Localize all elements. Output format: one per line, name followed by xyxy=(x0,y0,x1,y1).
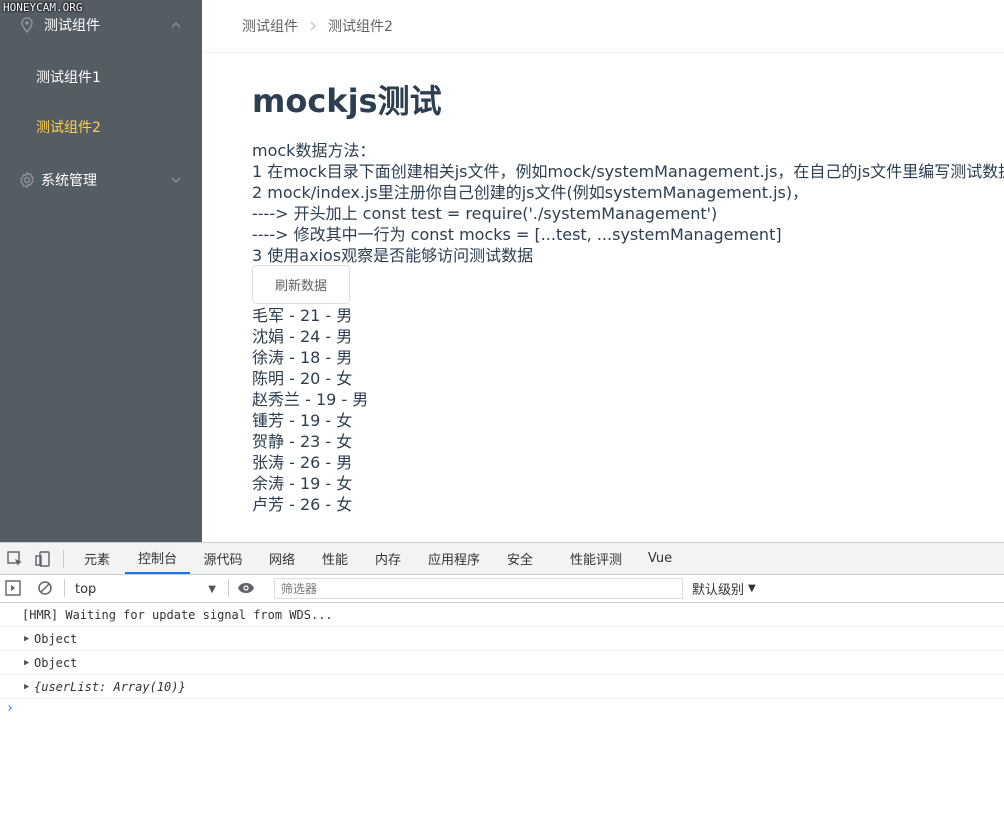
context-value: top xyxy=(75,581,97,597)
tab-network[interactable]: 网络 xyxy=(262,543,302,574)
chevron-up-icon xyxy=(171,22,181,28)
list-item: 张涛 - 26 - 男 xyxy=(252,453,353,472)
list-item: 陈明 - 20 - 女 xyxy=(252,369,353,388)
breadcrumb-item-current: 测试组件2 xyxy=(328,19,393,35)
tab-application[interactable]: 应用程序 xyxy=(422,543,486,574)
instruction-line: ----> 开头加上 const test = require('./syste… xyxy=(252,204,718,223)
list-item: 毛军 - 21 - 男 xyxy=(252,306,353,325)
console-message-text: [HMR] Waiting for update signal from WDS… xyxy=(22,607,333,622)
sidebar-group-label: 测试组件 xyxy=(44,18,100,34)
device-toolbar-icon[interactable] xyxy=(34,550,52,568)
instruction-line: mock数据方法： xyxy=(252,141,376,160)
devtools-panel: 元素 控制台 源代码 网络 性能 内存 应用程序 安全 性能评测 Vue top… xyxy=(0,542,1004,839)
log-level-value: 默认级别 xyxy=(692,583,745,598)
chevron-right-icon xyxy=(310,21,316,31)
instructions: mock数据方法： 1 在mock目录下面创建相关js文件，例如mock/sys… xyxy=(252,140,1004,266)
sidebar-item-test-component-2[interactable]: 测试组件2 xyxy=(0,102,202,152)
instruction-line: 3 使用axios观察是否能够访问测试数据 xyxy=(252,246,534,265)
divider xyxy=(64,579,65,597)
page-title: mockjs测试 xyxy=(252,82,442,120)
console-toolbar: top ▼ 默认级别 ▼ xyxy=(0,575,1004,603)
breadcrumb-item[interactable]: 测试组件 xyxy=(242,16,298,36)
console-message-text: Object xyxy=(34,655,78,670)
context-select[interactable]: top ▼ xyxy=(70,579,220,599)
divider xyxy=(228,579,229,597)
tab-sources[interactable]: 源代码 xyxy=(196,543,250,574)
gear-icon xyxy=(18,171,36,189)
caret-down-icon: ▼ xyxy=(208,583,216,595)
list-item: 贺静 - 23 - 女 xyxy=(252,432,353,451)
tab-vue[interactable]: Vue xyxy=(644,543,676,574)
devtools-tab-bar: 元素 控制台 源代码 网络 性能 内存 应用程序 安全 性能评测 Vue xyxy=(0,543,1004,575)
log-level-select[interactable]: 默认级别 ▼ xyxy=(692,579,756,598)
console-message: [HMR] Waiting for update signal from WDS… xyxy=(0,603,1004,627)
tab-elements[interactable]: 元素 xyxy=(74,543,120,574)
user-list: 毛军 - 21 - 男 沈娟 - 24 - 男 徐涛 - 18 - 男 陈明 -… xyxy=(252,305,368,515)
breadcrumb-bar: 测试组件 测试组件2 xyxy=(202,0,1004,53)
watermark: HONEYCAM.ORG xyxy=(3,1,83,14)
tab-performance[interactable]: 性能 xyxy=(315,543,355,574)
tab-security[interactable]: 安全 xyxy=(500,543,540,574)
sidebar-item-label: 测试组件1 xyxy=(36,70,101,86)
clear-console-icon[interactable] xyxy=(36,579,54,597)
sidebar: 测试组件 测试组件1 测试组件2 系统管理 xyxy=(0,0,202,542)
tab-console[interactable]: 控制台 xyxy=(125,543,190,574)
caret-down-icon: ▼ xyxy=(748,583,756,594)
console-message-text: {userList: Array(10)} xyxy=(34,679,186,694)
sidebar-item-test-component-1[interactable]: 测试组件1 xyxy=(0,52,202,102)
location-pin-icon xyxy=(18,16,36,34)
expand-triangle-icon[interactable]: ▶ xyxy=(24,658,29,668)
tab-lighthouse[interactable]: 性能评测 xyxy=(563,543,629,574)
list-item: 余涛 - 19 - 女 xyxy=(252,474,353,493)
chevron-down-icon xyxy=(171,177,181,183)
divider xyxy=(63,550,64,568)
list-item: 锺芳 - 19 - 女 xyxy=(252,411,353,430)
toggle-sidebar-icon[interactable] xyxy=(4,579,22,597)
console-prompt[interactable]: › xyxy=(6,701,14,716)
instruction-line: 2 mock/index.js里注册你自己创建的js文件(例如systemMan… xyxy=(252,183,809,202)
console-message[interactable]: ▶ {userList: Array(10)} xyxy=(0,675,1004,699)
console-message[interactable]: ▶ Object xyxy=(0,651,1004,675)
list-item: 赵秀兰 - 19 - 男 xyxy=(252,390,369,409)
sidebar-item-label: 测试组件2 xyxy=(36,120,101,136)
console-message[interactable]: ▶ Object xyxy=(0,627,1004,651)
list-item: 卢芳 - 26 - 女 xyxy=(252,495,353,514)
instruction-line: 1 在mock目录下面创建相关js文件，例如mock/systemManagem… xyxy=(252,162,1004,181)
filter-input[interactable] xyxy=(274,578,683,599)
sidebar-group-label: 系统管理 xyxy=(41,173,97,189)
refresh-data-button[interactable]: 刷新数据 xyxy=(252,265,350,304)
sidebar-group-system-management[interactable]: 系统管理 xyxy=(0,155,202,205)
expand-triangle-icon[interactable]: ▶ xyxy=(24,682,29,692)
eye-icon[interactable] xyxy=(237,579,255,597)
expand-triangle-icon[interactable]: ▶ xyxy=(24,634,29,644)
tab-memory[interactable]: 内存 xyxy=(368,543,408,574)
list-item: 徐涛 - 18 - 男 xyxy=(252,348,353,367)
instruction-line: ----> 修改其中一行为 const mocks = [...test, ..… xyxy=(252,225,782,244)
console-message-text: Object xyxy=(34,631,78,646)
inspect-element-icon[interactable] xyxy=(6,550,24,568)
breadcrumb: 测试组件 测试组件2 xyxy=(242,16,393,36)
list-item: 沈娟 - 24 - 男 xyxy=(252,327,353,346)
